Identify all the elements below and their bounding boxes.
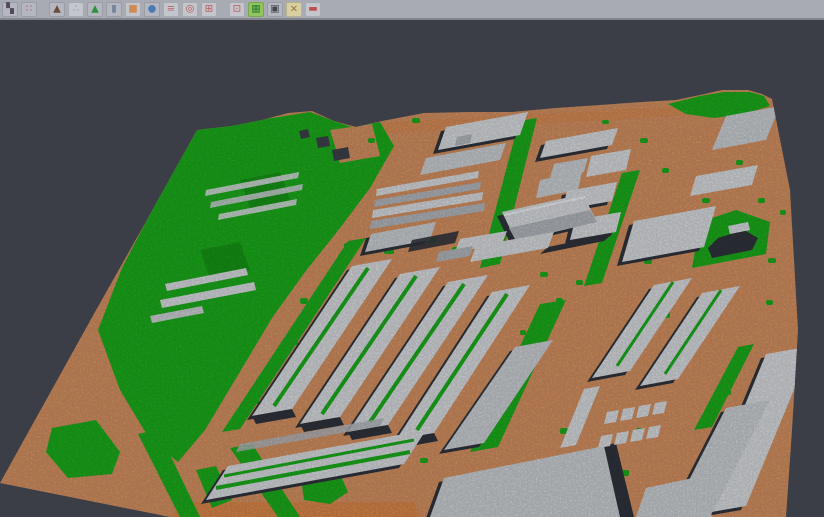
sparse-cloud-icon-glyph: ∴ xyxy=(69,4,83,16)
bounding-region-icon-glyph: ⊞ xyxy=(202,4,216,16)
measure-icon-glyph: ▬ xyxy=(306,4,320,16)
delete-selection-icon[interactable]: × xyxy=(286,2,302,17)
camera-views-icon[interactable]: ▣ xyxy=(267,2,283,17)
selection-box-icon[interactable]: ⊡ xyxy=(229,2,245,17)
classified-colors-icon[interactable]: ▦ xyxy=(248,2,264,17)
bounding-region-icon[interactable]: ⊞ xyxy=(201,2,217,17)
classified-colors-icon-glyph: ▦ xyxy=(249,4,263,16)
selection-box-icon-glyph: ⊡ xyxy=(230,4,244,16)
profile-view-icon[interactable]: ▮ xyxy=(106,2,122,17)
region-target-icon[interactable]: ◎ xyxy=(182,2,198,17)
main-toolbar: ▚ ∷ ▲ ∴ ▲ ▮ ■ ● ≡ ◎ ⊞ ⊡ ▦ ▣ × ▬ xyxy=(0,0,824,20)
measure-icon[interactable]: ▬ xyxy=(305,2,321,17)
terrain-model-icon-glyph: ▲ xyxy=(50,4,64,16)
region-target-icon-glyph: ◎ xyxy=(183,4,197,16)
point-cloud-icon-glyph: ∷ xyxy=(22,4,36,16)
layers-icon-glyph: ≡ xyxy=(164,4,178,16)
profile-view-icon-glyph: ▮ xyxy=(107,4,121,16)
camera-views-icon-glyph: ▣ xyxy=(268,4,282,16)
point-cloud-scene xyxy=(0,20,824,517)
globe-icon[interactable]: ● xyxy=(144,2,160,17)
orthomosaic-icon-glyph: ■ xyxy=(126,4,140,16)
point-cloud-icon[interactable]: ∷ xyxy=(21,2,37,17)
terrain-model-icon[interactable]: ▲ xyxy=(49,2,65,17)
dem-icon[interactable]: ▲ xyxy=(87,2,103,17)
application-window: ▚ ∷ ▲ ∴ ▲ ▮ ■ ● ≡ ◎ ⊞ ⊡ ▦ ▣ × ▬ xyxy=(0,0,824,517)
layers-icon[interactable]: ≡ xyxy=(163,2,179,17)
sparse-cloud-icon[interactable]: ∴ xyxy=(68,2,84,17)
globe-icon-glyph: ● xyxy=(145,4,159,16)
viewport-3d[interactable] xyxy=(0,20,824,517)
dem-icon-glyph: ▲ xyxy=(88,4,102,16)
orthomosaic-icon[interactable]: ■ xyxy=(125,2,141,17)
classification-palette-icon-glyph: ▚ xyxy=(3,4,17,16)
classification-palette-icon[interactable]: ▚ xyxy=(2,2,18,17)
delete-selection-icon-glyph: × xyxy=(287,4,301,16)
